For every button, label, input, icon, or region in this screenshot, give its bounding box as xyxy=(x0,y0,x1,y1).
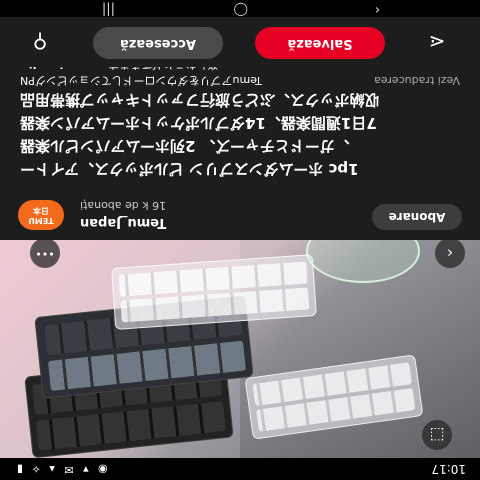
save-button[interactable]: Salvează xyxy=(255,27,385,59)
translate-link[interactable]: Vezi traducerea xyxy=(374,74,460,87)
share-icon[interactable]: ⋖ xyxy=(422,27,452,57)
status-bar: 10:17 ◉ ▾ ✉ ▴ ⟡ ▮ xyxy=(0,458,480,480)
visit-button[interactable]: Accesează xyxy=(93,27,223,59)
avatar-subtext: 日本 xyxy=(33,206,49,215)
more-icon[interactable]: ••• xyxy=(30,240,60,268)
screen: 10:17 ◉ ▾ ✉ ▴ ⟡ ▮ ‹ ••• ⬚ Abonare Temu_J… xyxy=(0,0,480,480)
seller-followers: 16 k de abonați xyxy=(80,199,167,212)
action-bar: ⋖ Salvează Accesează ⚲ xyxy=(0,17,480,67)
visual-search-icon[interactable]: ⬚ xyxy=(422,420,452,450)
system-nav-bar: ‹ ◯ ||| xyxy=(0,0,480,17)
seller-name[interactable]: Temu_Japan xyxy=(80,215,166,230)
nav-recent-icon[interactable]: ||| xyxy=(102,2,115,17)
description-line: 7日1週間楽器、14ダブルポケットホームアパン楽器 xyxy=(20,114,377,132)
description-line: ガードとチャーズ、 2列ホームアパンピル楽器、 xyxy=(20,137,350,155)
nav-back-icon[interactable]: ‹ xyxy=(375,2,380,17)
description-line: 1pc ホームダンスブリン ピルボックス、アイトー xyxy=(20,160,359,178)
seller-avatar[interactable]: TEMU 日本 xyxy=(18,200,64,230)
follow-button[interactable]: Abonare xyxy=(372,204,462,230)
status-icons: ◉ ▾ ✉ ▴ ⟡ ▮ xyxy=(14,463,108,476)
seller-row: Abonare Temu_Japan 16 k de abonați TEMU … xyxy=(18,190,462,230)
avatar-text: TEMU xyxy=(28,216,54,225)
status-time: 10:17 xyxy=(431,462,466,476)
nav-home-icon[interactable]: ◯ xyxy=(233,2,248,17)
pin-icon[interactable]: ⚲ xyxy=(25,27,55,57)
description-line: 収納ボックス、ぶどう旅行ファットキャップ携帯用品 xyxy=(20,91,380,109)
product-photo[interactable]: ‹ ••• ⬚ xyxy=(0,240,480,458)
